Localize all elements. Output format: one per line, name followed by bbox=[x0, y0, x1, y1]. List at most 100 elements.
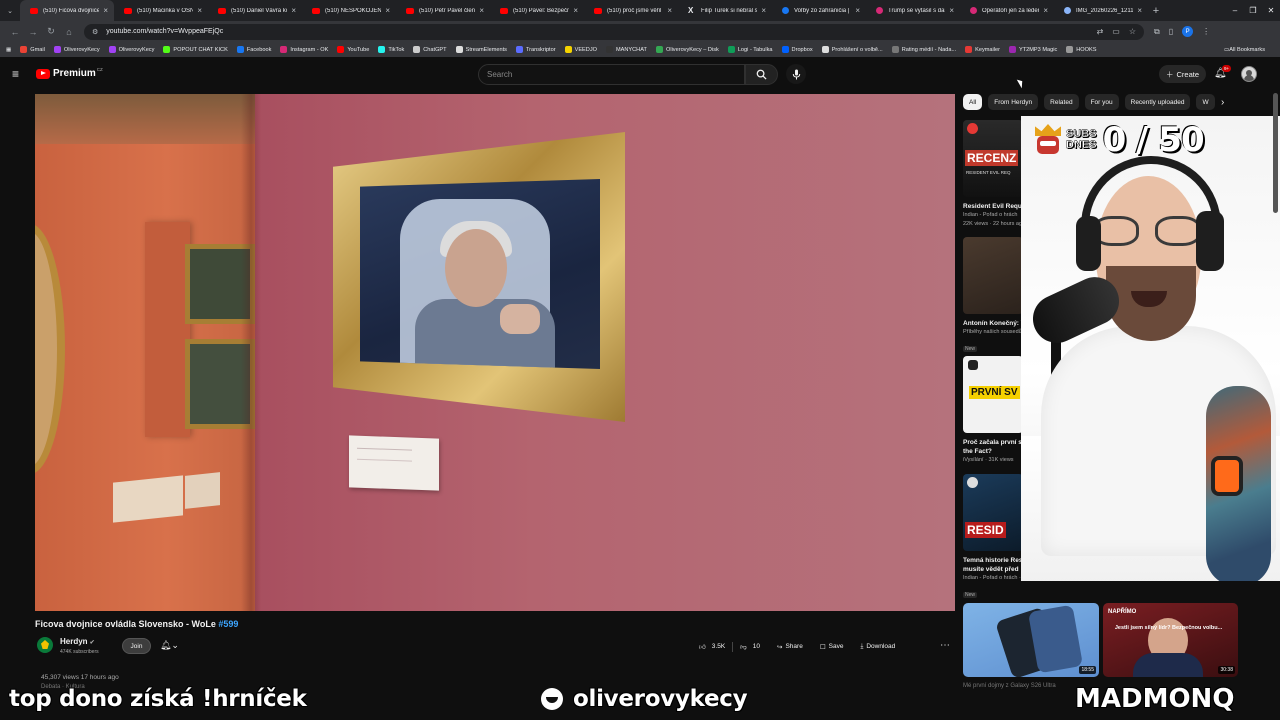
close-tab-icon[interactable]: × bbox=[949, 6, 954, 15]
browser-tab[interactable]: (510) proč jsme věřil × bbox=[584, 0, 678, 21]
create-button[interactable]: ＋ Create bbox=[1159, 65, 1206, 83]
bookmark-item[interactable]: ChatGPT bbox=[413, 46, 447, 53]
bookmark-item[interactable]: YouTube bbox=[337, 46, 369, 53]
save-button[interactable]: ☐ Save bbox=[815, 638, 849, 655]
browser-tab[interactable]: (510) Ficova dvojnice o × bbox=[20, 0, 114, 21]
browser-tab[interactable]: Voľby zo zahraničia | F × bbox=[772, 0, 866, 21]
close-tab-icon[interactable]: × bbox=[855, 6, 860, 15]
back-icon[interactable]: ← bbox=[6, 27, 24, 37]
bookmark-item[interactable]: HOOKS bbox=[1066, 46, 1096, 53]
search-button[interactable] bbox=[745, 64, 778, 85]
close-tab-icon[interactable]: × bbox=[479, 6, 484, 15]
channel-name[interactable]: Herdyn ✔ bbox=[60, 637, 95, 646]
filter-chip[interactable]: W bbox=[1196, 94, 1215, 110]
bookmark-item[interactable]: OliverovyKecy – Disk bbox=[655, 46, 719, 53]
bookmark-item[interactable]: MANYCHAT bbox=[605, 46, 647, 53]
share-button[interactable]: ↪ Share bbox=[772, 638, 808, 655]
browser-menu-icon[interactable]: ⋮ bbox=[1202, 27, 1210, 36]
browser-tab[interactable]: (510) NESPOKOJENÝ Č× bbox=[302, 0, 396, 21]
site-info-icon[interactable]: ⚙ bbox=[92, 28, 98, 36]
tab-search-button[interactable]: ⌄ bbox=[0, 0, 20, 21]
person-suit bbox=[1133, 653, 1203, 677]
join-button[interactable]: Join bbox=[122, 638, 151, 654]
video-player[interactable] bbox=[35, 94, 955, 611]
page-scrollbar[interactable] bbox=[1273, 93, 1278, 213]
download-button[interactable]: ⤓ Download bbox=[855, 638, 900, 655]
close-tab-icon[interactable]: × bbox=[103, 6, 108, 15]
bookmark-item[interactable]: Rating médií - Nada... bbox=[891, 46, 956, 53]
browser-tab[interactable]: IMG_20260226_12110 × bbox=[1054, 0, 1148, 21]
all-bookmarks-button[interactable]: ▭ All Bookmarks bbox=[1224, 47, 1265, 53]
cast-icon[interactable]: ▭ bbox=[1112, 27, 1120, 36]
forward-icon[interactable]: → bbox=[24, 27, 42, 37]
bookmark-item[interactable]: Prohlášení o volbě... bbox=[821, 46, 883, 53]
like-count[interactable]: 3.5K bbox=[712, 643, 725, 650]
bookmark-item[interactable]: Gmail bbox=[20, 46, 45, 53]
bookmark-item[interactable]: Keymailer bbox=[965, 46, 1000, 53]
bookmark-item[interactable]: OliverovyKecy bbox=[53, 46, 100, 53]
channel-avatar[interactable] bbox=[37, 637, 53, 653]
close-tab-icon[interactable]: × bbox=[1043, 6, 1048, 15]
close-window-button[interactable]: ✕ bbox=[1262, 0, 1280, 21]
filter-chip[interactable]: From Herdyn bbox=[988, 94, 1039, 110]
browser-tab[interactable]: (510) Macinka v OSN × bbox=[114, 0, 208, 21]
bookmark-item[interactable]: Instagram - OK bbox=[280, 46, 328, 53]
recommendation-thumbnail[interactable]: 18:55 bbox=[963, 603, 1099, 677]
close-tab-icon[interactable]: × bbox=[385, 6, 390, 15]
chevron-right-icon[interactable]: › bbox=[1221, 97, 1224, 108]
minimize-button[interactable]: – bbox=[1226, 0, 1244, 21]
recommendation-item[interactable]: RESID Temná historie Res musíte vědět př… bbox=[963, 474, 1023, 601]
browser-tab[interactable]: Trump se vytasil s daň × bbox=[866, 0, 960, 21]
country-code: CZ bbox=[96, 67, 103, 72]
translate-icon[interactable]: ⇄ bbox=[1097, 27, 1104, 36]
more-actions-icon[interactable]: ⋯ bbox=[940, 640, 950, 651]
sidebar-icon[interactable]: ▯ bbox=[1169, 27, 1173, 36]
menu-icon[interactable]: ≡ bbox=[12, 68, 24, 80]
profile-avatar[interactable]: P bbox=[1182, 26, 1194, 37]
maximize-button[interactable]: ❐ bbox=[1244, 0, 1262, 21]
close-tab-icon[interactable]: × bbox=[761, 6, 766, 15]
recommendation-item[interactable]: PRVNÍ SV Proč začala první sv the Fact? … bbox=[963, 356, 1023, 465]
browser-tab[interactable]: (510) Pavel: Bezpečno × bbox=[490, 0, 584, 21]
bookmark-item[interactable]: VEEDJO bbox=[564, 46, 597, 53]
bookmark-item[interactable]: Logi - Tabulka bbox=[727, 46, 773, 53]
address-bar[interactable]: ⚙ youtube.com/watch?v=WvppeaFEjQc ⇄ ▭ ☆ bbox=[84, 23, 1144, 40]
home-icon[interactable]: ⌂ bbox=[60, 27, 78, 37]
extensions-icon[interactable]: ⧉ bbox=[1154, 27, 1160, 37]
filter-chip[interactable]: All bbox=[963, 94, 983, 110]
recommendation-item[interactable]: Antonín Konečný: V Příběhy našich soused… bbox=[963, 237, 1023, 355]
filter-chip[interactable]: For you bbox=[1084, 94, 1119, 110]
dislike-icon[interactable]: 👎︎ bbox=[740, 643, 747, 651]
episode-hashtag[interactable]: #599 bbox=[218, 619, 238, 629]
browser-tab[interactable]: Operátoři jen za leden × bbox=[960, 0, 1054, 21]
like-icon[interactable]: 👍︎ bbox=[699, 643, 706, 651]
browser-tab[interactable]: X Filip Turek si nebral s × bbox=[678, 0, 772, 21]
bookmark-item[interactable]: Transkriptor bbox=[515, 46, 556, 53]
bookmark-star-icon[interactable]: ☆ bbox=[1129, 27, 1136, 36]
apps-icon[interactable]: ▦ bbox=[6, 47, 11, 53]
close-tab-icon[interactable]: × bbox=[197, 6, 202, 15]
bookmark-item[interactable]: Facebook bbox=[236, 46, 271, 53]
close-tab-icon[interactable]: × bbox=[291, 6, 296, 15]
filter-chip[interactable]: Recently uploaded bbox=[1124, 94, 1191, 110]
new-tab-button[interactable]: + bbox=[1148, 5, 1164, 17]
recommendation-item[interactable]: RECENZ RESIDENT EVIL REQ Resident Evil R… bbox=[963, 120, 1023, 229]
youtube-logo[interactable]: Premium CZ bbox=[36, 67, 103, 79]
bookmark-item[interactable]: YT2MP3 Magic bbox=[1009, 46, 1057, 53]
bookmark-item[interactable]: POPOUT CHAT KICK bbox=[163, 46, 228, 53]
filter-chip[interactable]: Related bbox=[1044, 94, 1079, 110]
bookmark-item[interactable]: StreamElements bbox=[455, 46, 507, 53]
close-tab-icon[interactable]: × bbox=[1137, 6, 1142, 15]
browser-tab[interactable]: (510) Petr Pavel členové× bbox=[396, 0, 490, 21]
close-tab-icon[interactable]: × bbox=[667, 6, 672, 15]
reload-icon[interactable]: ↻ bbox=[42, 26, 60, 37]
subscription-bell-icon[interactable]: 🔔︎⌄ bbox=[160, 640, 179, 651]
browser-tab[interactable]: (510) Daniel Vávra kon × bbox=[208, 0, 302, 21]
close-tab-icon[interactable]: × bbox=[573, 6, 578, 15]
search-input[interactable]: Search bbox=[478, 64, 745, 85]
bookmark-item[interactable]: Dropbox bbox=[781, 46, 813, 53]
account-avatar[interactable] bbox=[1241, 66, 1257, 82]
bookmark-item[interactable]: OliverovyKecy bbox=[108, 46, 154, 53]
voice-search-button[interactable] bbox=[786, 64, 806, 84]
bookmark-item[interactable]: TikTok bbox=[378, 46, 404, 53]
